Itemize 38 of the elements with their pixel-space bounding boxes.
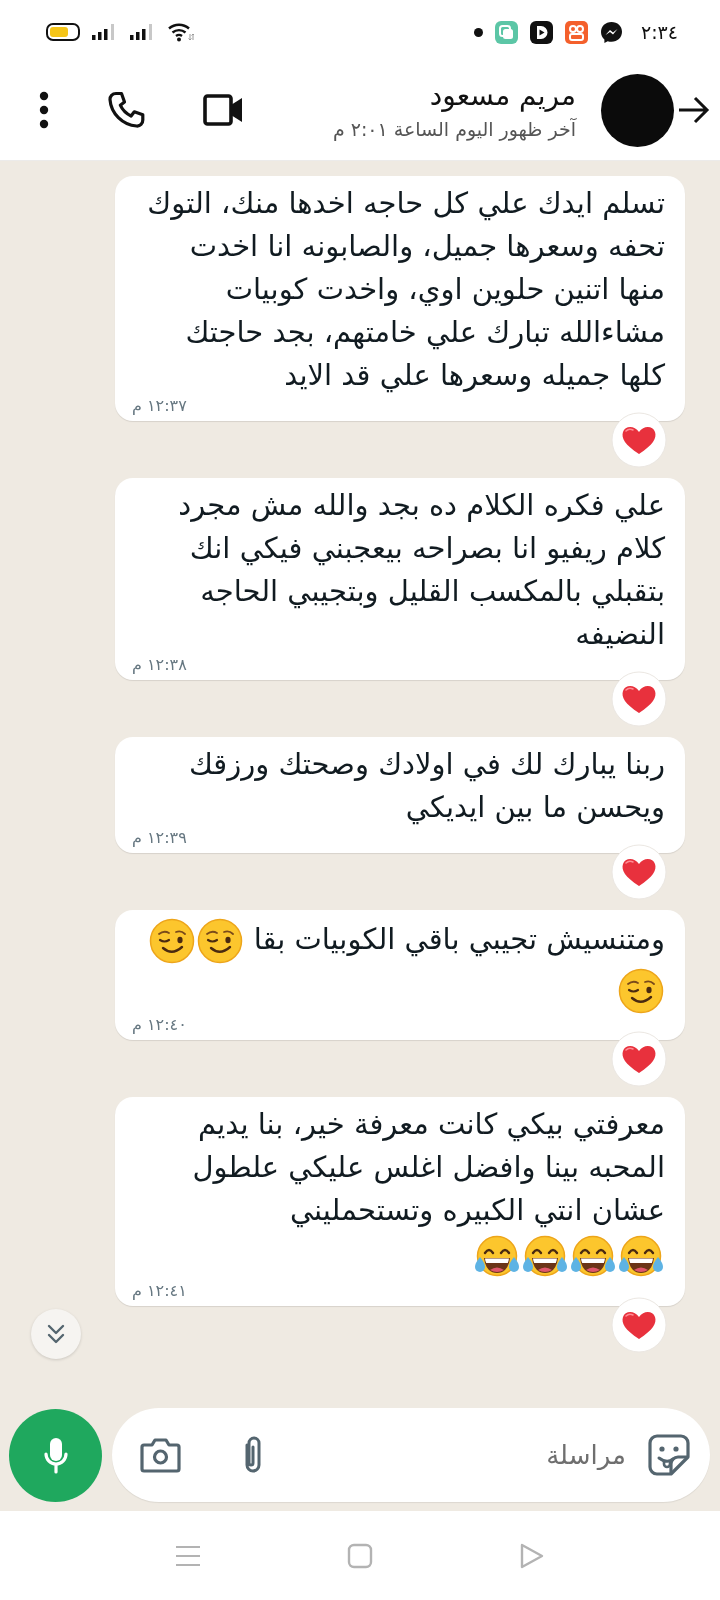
layers-app-icon (494, 20, 518, 44)
last-seen-text: آخر ظهور اليوم الساعة ٢:٠١ م (332, 117, 576, 141)
phone-icon[interactable] (107, 91, 145, 129)
winking-face-icon (618, 968, 664, 1014)
battery-icon (46, 23, 80, 41)
menu-icon[interactable] (39, 91, 49, 129)
wifi-icon (168, 22, 194, 42)
message-time: ١٢:٣٨ م (132, 656, 187, 674)
winking-face-icon (149, 918, 196, 964)
message-text: تسلم ايدك علي كل حاجه اخدها منك، التوك تحفه وسعرها جميل، والصابونه انا اخدت منها اتنين حلوين اوي، واخدت كوبيات مشاءالله تبارك علي خامتهم، بجد حاجتك كلها جميله وسعرها علي قد الايد (146, 185, 665, 395)
heart-reaction-icon[interactable] (611, 844, 667, 900)
winking-face-icon (197, 918, 244, 964)
double-chevron-down-icon (46, 1323, 66, 1345)
message-input-bar[interactable]: مراسلة (112, 1408, 710, 1502)
notification-dot-icon (473, 27, 483, 37)
video-camera-icon[interactable] (203, 94, 243, 126)
heart-reaction-icon[interactable] (611, 671, 667, 727)
back-arrow-icon[interactable] (678, 96, 710, 124)
play-app-icon (529, 20, 553, 44)
camera-icon[interactable] (140, 1437, 181, 1473)
message-text: علي فكره الكلام ده بجد والله مش مجرد كلام ريفيو انا بصراحه بيعجبني فيكي انك بتقبلي بالمكسب القليل وبتجيبي الحاجه النضيفه (177, 487, 665, 653)
circles-app-icon (564, 20, 588, 44)
message-time: ١٢:٣٧ م (132, 397, 187, 415)
message-text: ربنا يبارك لك في اولادك وصحتك ورزقك ويحسن ما بين ايديكي (187, 746, 665, 827)
message-time: ١٢:٤٠ م (132, 1016, 187, 1034)
message-field[interactable]: مراسلة (287, 1430, 626, 1480)
status-time: ٢:٣٤ (640, 21, 678, 43)
sticker-icon[interactable] (648, 1434, 690, 1476)
message-text: ومتنسيش تجيبي باقي الكوبيات بقا (253, 921, 665, 959)
message-time: ١٢:٤١ م (132, 1282, 187, 1300)
message-time: ١٢:٣٩ م (132, 829, 187, 847)
heart-reaction-icon[interactable] (611, 1031, 667, 1087)
chat-bubble-icon (599, 20, 623, 44)
contact-name[interactable]: مريم مسعود (429, 79, 576, 113)
heart-reaction-icon[interactable] (611, 412, 667, 468)
message-text: معرفتي بيكي كانت معرفة خير، بنا يديم المحبه بينا وافضل اغلس عليكي علطول عشان انتي الكبيره وتستحمليني (191, 1106, 665, 1230)
heart-reaction-icon[interactable] (611, 1297, 667, 1353)
scroll-down-button[interactable] (31, 1309, 81, 1359)
